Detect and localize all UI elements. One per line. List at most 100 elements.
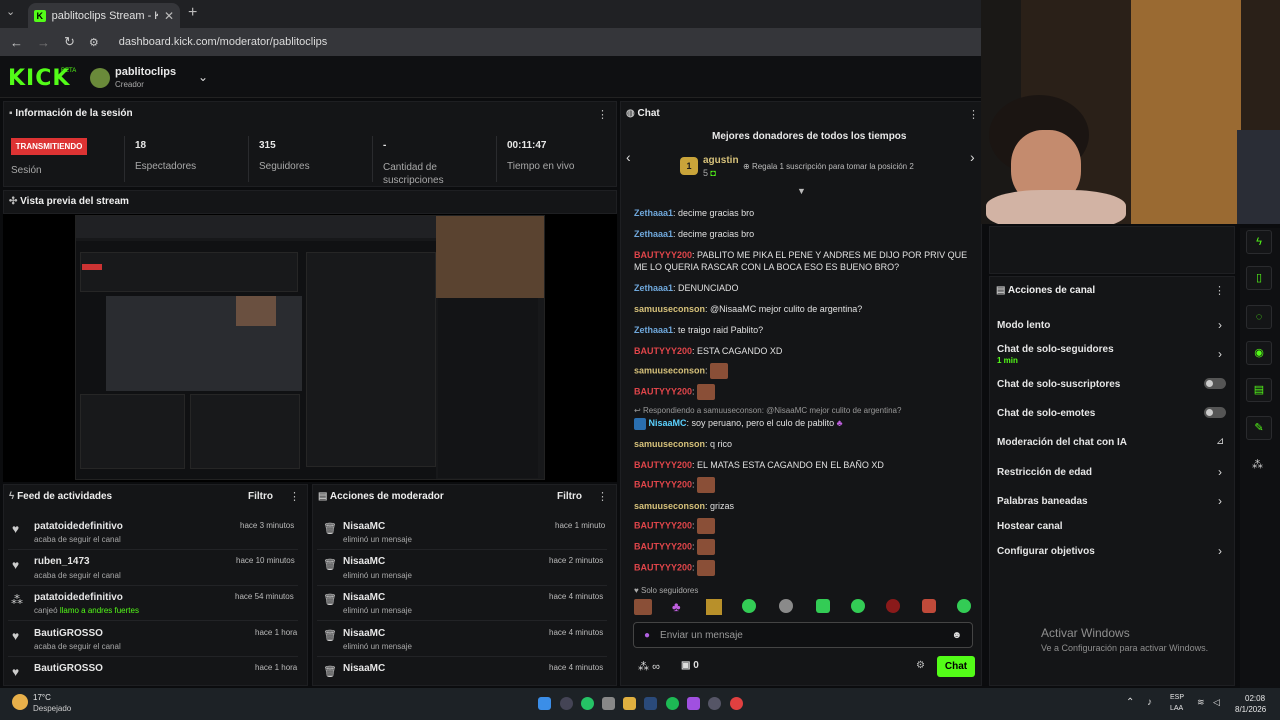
- folder-icon[interactable]: [623, 697, 636, 710]
- chat-username[interactable]: BAUTYYY200: [634, 562, 692, 572]
- chat-username[interactable]: BAUTYYY200: [634, 250, 692, 260]
- chat-username[interactable]: NisaaMC: [649, 418, 687, 428]
- mod-menu-icon[interactable]: ⋮: [597, 490, 608, 503]
- prev-arrow-icon[interactable]: ‹: [626, 149, 631, 165]
- site-info-icon[interactable]: ⚙: [89, 36, 99, 49]
- activity-filter-button[interactable]: Filtro: [248, 491, 273, 502]
- back-icon[interactable]: ←: [10, 35, 23, 50]
- chat-username[interactable]: samuuseconson: [634, 365, 705, 375]
- goals-row[interactable]: Configurar objetivos: [997, 546, 1095, 557]
- points-icon[interactable]: ⁂: [1252, 458, 1263, 471]
- top-donor-name[interactable]: agustin: [703, 155, 739, 166]
- emote-icon[interactable]: [886, 599, 900, 613]
- emote-icon[interactable]: [779, 599, 793, 613]
- chevron-right-icon[interactable]: ›: [1218, 494, 1222, 508]
- clock-time[interactable]: 02:08: [1245, 694, 1265, 703]
- chevron-down-icon[interactable]: ⌄: [198, 70, 208, 84]
- search-icon[interactable]: [560, 697, 573, 710]
- feed-item-name[interactable]: patatoidedefinitivo: [34, 521, 123, 532]
- avatar[interactable]: [90, 68, 110, 88]
- instagram-icon[interactable]: [687, 697, 700, 710]
- gift-subs[interactable]: ▣ 0: [681, 660, 699, 671]
- feed-item-name[interactable]: BautiGROSSO: [34, 663, 103, 674]
- chevron-up-icon[interactable]: ⌃: [1126, 697, 1134, 708]
- emote-icon[interactable]: [922, 599, 936, 613]
- mod-item-name[interactable]: NisaaMC: [343, 628, 385, 639]
- activity-menu-icon[interactable]: ⋮: [289, 490, 300, 503]
- chat-username[interactable]: samuuseconson: [634, 439, 705, 449]
- lightning-icon[interactable]: ϟ: [1246, 230, 1272, 254]
- start-icon[interactable]: [538, 697, 551, 710]
- clipboard-icon[interactable]: ▯: [1246, 266, 1272, 290]
- app-icon[interactable]: [602, 697, 615, 710]
- channel-points[interactable]: ⁂ ∞: [638, 660, 660, 673]
- reload-icon[interactable]: ↻: [64, 34, 75, 50]
- chart-icon[interactable]: ⊿: [1216, 436, 1224, 447]
- wrench-icon[interactable]: ✎: [1246, 416, 1272, 440]
- whatsapp-icon[interactable]: [581, 697, 594, 710]
- emote-icon[interactable]: [634, 599, 652, 615]
- mod-item-name[interactable]: NisaaMC: [343, 521, 385, 532]
- volume-icon[interactable]: ◁: [1213, 697, 1220, 708]
- next-arrow-icon[interactable]: ›: [970, 149, 975, 165]
- chat-menu-icon[interactable]: ⋮: [968, 108, 979, 121]
- emote-icon[interactable]: [957, 599, 971, 613]
- feed-item-name[interactable]: BautiGROSSO: [34, 628, 103, 639]
- lang-line1[interactable]: ESP: [1170, 694, 1184, 701]
- collapse-icon[interactable]: ▼: [797, 186, 806, 196]
- chat-input[interactable]: ● Enviar un mensaje ☻: [633, 622, 973, 648]
- chat-username[interactable]: Zethaaa1: [634, 325, 673, 335]
- url-field[interactable]: dashboard.kick.com/moderator/pablitoclip…: [119, 36, 328, 48]
- chat-username[interactable]: Zethaaa1: [634, 229, 673, 239]
- weather-temp[interactable]: 17°C: [33, 693, 51, 702]
- banned-words-row[interactable]: Palabras baneadas: [997, 496, 1088, 507]
- mic-icon[interactable]: ●: [644, 630, 650, 641]
- emoji-icon[interactable]: ☻: [951, 630, 962, 641]
- chat-username[interactable]: BAUTYYY200: [634, 520, 692, 530]
- emotes-only-toggle[interactable]: [1204, 407, 1226, 418]
- server-icon[interactable]: ▤: [1246, 378, 1272, 402]
- chat-username[interactable]: samuuseconson: [634, 304, 705, 314]
- chat-username[interactable]: BAUTYYY200: [634, 460, 692, 470]
- chat-username[interactable]: samuuseconson: [634, 501, 705, 511]
- mod-item-name[interactable]: NisaaMC: [343, 663, 385, 674]
- spotify-icon[interactable]: [666, 697, 679, 710]
- ai-moderation-row[interactable]: Moderación del chat con IA: [997, 437, 1127, 448]
- chevron-right-icon[interactable]: ›: [1218, 544, 1222, 558]
- browser-tab[interactable]: K pablitoclips Stream - Kick Dash ✕: [28, 3, 180, 28]
- age-restriction-row[interactable]: Restricción de edad: [997, 467, 1092, 478]
- close-tab-icon[interactable]: ✕: [164, 9, 174, 23]
- mic-tray-icon[interactable]: ♪: [1147, 697, 1152, 708]
- emote-icon[interactable]: [742, 599, 756, 613]
- settings-gear-icon[interactable]: ⚙: [916, 660, 925, 671]
- channel-name[interactable]: pablitoclips: [115, 66, 176, 78]
- chat-username[interactable]: Zethaaa1: [634, 283, 673, 293]
- chevron-right-icon[interactable]: ›: [1218, 465, 1222, 479]
- lang-line2[interactable]: LAA: [1170, 705, 1183, 712]
- clock-date[interactable]: 8/1/2026: [1235, 705, 1266, 714]
- wifi-icon[interactable]: ≋: [1197, 697, 1205, 708]
- followers-only-row[interactable]: Chat de solo-seguidores: [997, 344, 1114, 355]
- forward-icon[interactable]: →: [37, 35, 50, 50]
- chat-username[interactable]: BAUTYYY200: [634, 479, 692, 489]
- subs-only-row[interactable]: Chat de solo-suscriptores: [997, 379, 1120, 390]
- emote-icon[interactable]: [851, 599, 865, 613]
- obs-icon[interactable]: [708, 697, 721, 710]
- mod-item-name[interactable]: NisaaMC: [343, 592, 385, 603]
- emote-icon[interactable]: [816, 599, 830, 613]
- chat-username[interactable]: BAUTYYY200: [634, 346, 692, 356]
- feed-item-name[interactable]: ruben_1473: [34, 556, 90, 567]
- chat-username[interactable]: Zethaaa1: [634, 208, 673, 218]
- chat-username[interactable]: BAUTYYY200: [634, 541, 692, 551]
- send-chat-button[interactable]: Chat: [937, 656, 975, 677]
- stream-preview-video[interactable]: [75, 215, 545, 480]
- slow-mode-row[interactable]: Modo lento: [997, 320, 1050, 331]
- emotes-only-row[interactable]: Chat de solo-emotes: [997, 408, 1095, 419]
- chrome-icon[interactable]: [730, 697, 743, 710]
- emote-icon[interactable]: ♣: [672, 599, 681, 614]
- mod-filter-button[interactable]: Filtro: [557, 491, 582, 502]
- steam-icon[interactable]: [644, 697, 657, 710]
- chevron-right-icon[interactable]: ›: [1218, 318, 1222, 332]
- tab-search-icon[interactable]: ⌄: [6, 5, 15, 18]
- new-tab-button[interactable]: +: [188, 4, 197, 22]
